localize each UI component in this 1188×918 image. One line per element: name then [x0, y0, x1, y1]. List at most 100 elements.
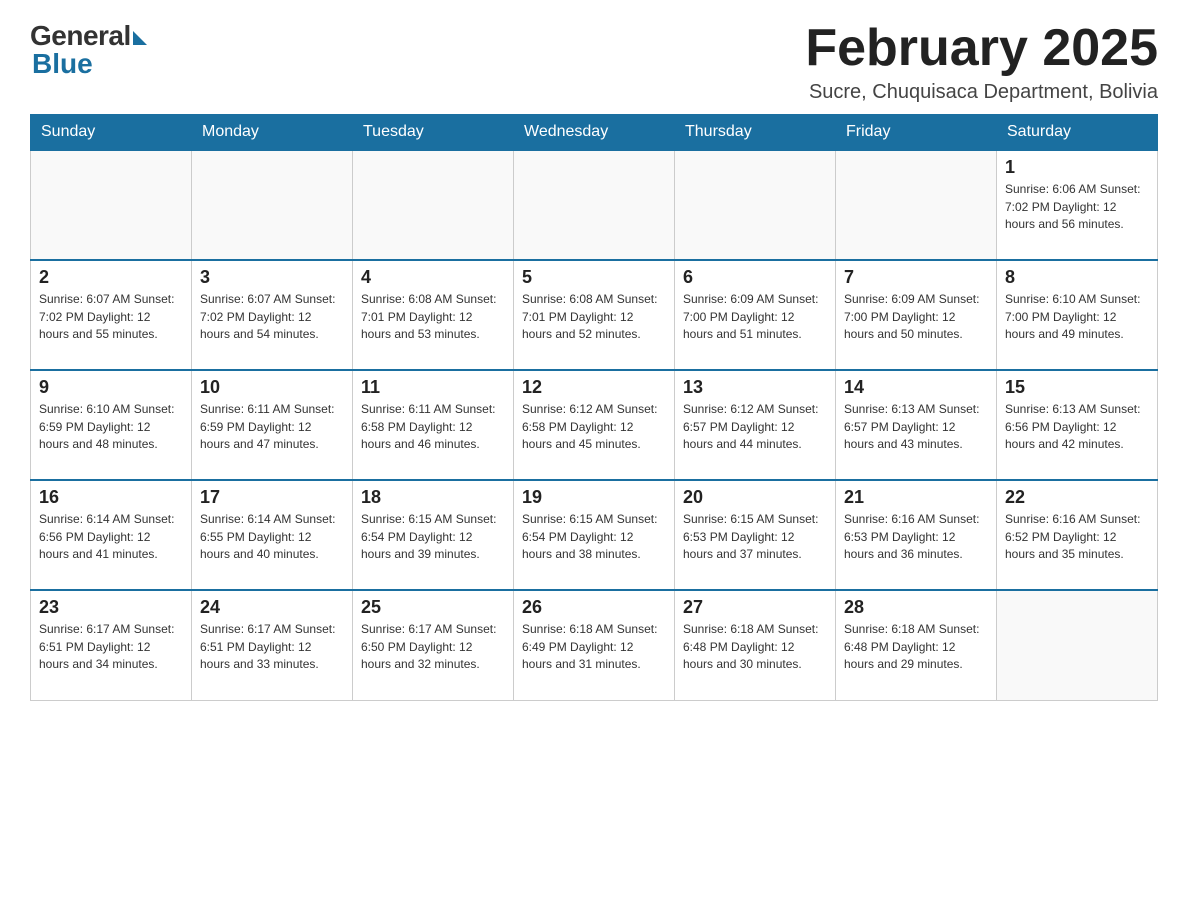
day-info: Sunrise: 6:15 AM Sunset: 6:53 PM Dayligh…	[683, 511, 827, 563]
day-number: 10	[200, 377, 344, 398]
day-number: 26	[522, 597, 666, 618]
week-row-3: 9 Sunrise: 6:10 AM Sunset: 6:59 PM Daylig…	[31, 370, 1158, 480]
calendar-cell: 12Sunrise: 6:12 AM Sunset: 6:58 PM Dayli…	[514, 370, 675, 480]
day-info: Sunrise: 6:11 AM Sunset: 6:59 PM Dayligh…	[200, 401, 344, 453]
day-info: Sunrise: 6:18 AM Sunset: 6:48 PM Dayligh…	[844, 621, 988, 673]
day-info: Sunrise: 6:12 AM Sunset: 6:57 PM Dayligh…	[683, 401, 827, 453]
title-block: February 2025 Sucre, Chuquisaca Departme…	[805, 20, 1158, 104]
calendar-cell	[997, 590, 1158, 700]
day-info: Sunrise: 6:09 AM Sunset: 7:00 PM Dayligh…	[683, 291, 827, 343]
calendar-cell: 5Sunrise: 6:08 AM Sunset: 7:01 PM Daylig…	[514, 260, 675, 370]
calendar-cell: 1Sunrise: 6:06 AM Sunset: 7:02 PM Daylig…	[997, 150, 1158, 260]
day-number: 17	[200, 487, 344, 508]
week-row-4: 16 Sunrise: 6:14 AM Sunset: 6:56 PM Dayli…	[31, 480, 1158, 590]
day-number: 25	[361, 597, 505, 618]
day-info: Sunrise: 6:14 AM Sunset: 6:56 PM Dayligh…	[39, 511, 183, 563]
day-number: 3	[200, 267, 344, 288]
day-info: Sunrise: 6:13 AM Sunset: 6:56 PM Dayligh…	[1005, 401, 1149, 453]
calendar-cell: 22 Sunrise: 6:16 AM Sunset: 6:52 PM Dayli…	[997, 480, 1158, 590]
day-number: 16	[39, 487, 183, 508]
day-info: Sunrise: 6:17 AM Sunset: 6:50 PM Dayligh…	[361, 621, 505, 673]
calendar-cell	[353, 150, 514, 260]
day-info: Sunrise: 6:07 AM Sunset: 7:02 PM Dayligh…	[39, 291, 183, 343]
week-row-5: 23 Sunrise: 6:17 AM Sunset: 6:51 PM Dayli…	[31, 590, 1158, 700]
day-number: 27	[683, 597, 827, 618]
day-number: 21	[844, 487, 988, 508]
day-number: 15	[1005, 377, 1149, 398]
day-number: 7	[844, 267, 988, 288]
day-number: 8	[1005, 267, 1149, 288]
calendar-cell: 10 Sunrise: 6:11 AM Sunset: 6:59 PM Dayli…	[192, 370, 353, 480]
calendar-cell	[675, 150, 836, 260]
week-row-2: 2 Sunrise: 6:07 AM Sunset: 7:02 PM Daylig…	[31, 260, 1158, 370]
calendar-cell: 20 Sunrise: 6:15 AM Sunset: 6:53 PM Dayli…	[675, 480, 836, 590]
calendar-cell: 19 Sunrise: 6:15 AM Sunset: 6:54 PM Dayli…	[514, 480, 675, 590]
calendar-cell: 27 Sunrise: 6:18 AM Sunset: 6:48 PM Dayli…	[675, 590, 836, 700]
day-info: Sunrise: 6:15 AM Sunset: 6:54 PM Dayligh…	[361, 511, 505, 563]
calendar-cell	[31, 150, 192, 260]
calendar-cell: 15 Sunrise: 6:13 AM Sunset: 6:56 PM Dayli…	[997, 370, 1158, 480]
calendar-cell: 26 Sunrise: 6:18 AM Sunset: 6:49 PM Dayli…	[514, 590, 675, 700]
day-number: 19	[522, 487, 666, 508]
day-number: 24	[200, 597, 344, 618]
calendar-table: SundayMondayTuesdayWednesdayThursdayFrid…	[30, 114, 1158, 701]
day-number: 28	[844, 597, 988, 618]
week-row-1: 1Sunrise: 6:06 AM Sunset: 7:02 PM Daylig…	[31, 150, 1158, 260]
day-info: Sunrise: 6:15 AM Sunset: 6:54 PM Dayligh…	[522, 511, 666, 563]
day-info: Sunrise: 6:16 AM Sunset: 6:52 PM Dayligh…	[1005, 511, 1149, 563]
calendar-cell: 13 Sunrise: 6:12 AM Sunset: 6:57 PM Dayli…	[675, 370, 836, 480]
day-number: 18	[361, 487, 505, 508]
day-info: Sunrise: 6:18 AM Sunset: 6:48 PM Dayligh…	[683, 621, 827, 673]
calendar-cell: 18 Sunrise: 6:15 AM Sunset: 6:54 PM Dayli…	[353, 480, 514, 590]
day-info: Sunrise: 6:11 AM Sunset: 6:58 PM Dayligh…	[361, 401, 505, 453]
calendar-cell: 17 Sunrise: 6:14 AM Sunset: 6:55 PM Dayli…	[192, 480, 353, 590]
day-number: 11	[361, 377, 505, 398]
day-info: Sunrise: 6:08 AM Sunset: 7:01 PM Dayligh…	[361, 291, 505, 343]
logo-blue-text: Blue	[32, 48, 93, 80]
calendar-header-row: SundayMondayTuesdayWednesdayThursdayFrid…	[31, 115, 1158, 151]
calendar-cell: 9 Sunrise: 6:10 AM Sunset: 6:59 PM Daylig…	[31, 370, 192, 480]
day-info: Sunrise: 6:14 AM Sunset: 6:55 PM Dayligh…	[200, 511, 344, 563]
calendar-cell: 11 Sunrise: 6:11 AM Sunset: 6:58 PM Dayli…	[353, 370, 514, 480]
day-info: Sunrise: 6:07 AM Sunset: 7:02 PM Dayligh…	[200, 291, 344, 343]
calendar-cell: 14Sunrise: 6:13 AM Sunset: 6:57 PM Dayli…	[836, 370, 997, 480]
page-header: General Blue February 2025 Sucre, Chuqui…	[30, 20, 1158, 104]
day-info: Sunrise: 6:17 AM Sunset: 6:51 PM Dayligh…	[200, 621, 344, 673]
day-number: 22	[1005, 487, 1149, 508]
day-number: 23	[39, 597, 183, 618]
day-info: Sunrise: 6:10 AM Sunset: 6:59 PM Dayligh…	[39, 401, 183, 453]
calendar-cell: 24 Sunrise: 6:17 AM Sunset: 6:51 PM Dayli…	[192, 590, 353, 700]
calendar-cell: 21 Sunrise: 6:16 AM Sunset: 6:53 PM Dayli…	[836, 480, 997, 590]
logo-triangle-icon	[133, 31, 147, 45]
column-header-monday: Monday	[192, 115, 353, 151]
column-header-friday: Friday	[836, 115, 997, 151]
column-header-sunday: Sunday	[31, 115, 192, 151]
calendar-cell: 16 Sunrise: 6:14 AM Sunset: 6:56 PM Dayli…	[31, 480, 192, 590]
calendar-cell: 25 Sunrise: 6:17 AM Sunset: 6:50 PM Dayli…	[353, 590, 514, 700]
calendar-cell: 2 Sunrise: 6:07 AM Sunset: 7:02 PM Daylig…	[31, 260, 192, 370]
calendar-cell: 4Sunrise: 6:08 AM Sunset: 7:01 PM Daylig…	[353, 260, 514, 370]
day-number: 20	[683, 487, 827, 508]
day-number: 13	[683, 377, 827, 398]
calendar-cell: 8Sunrise: 6:10 AM Sunset: 7:00 PM Daylig…	[997, 260, 1158, 370]
day-info: Sunrise: 6:18 AM Sunset: 6:49 PM Dayligh…	[522, 621, 666, 673]
logo: General Blue	[30, 20, 147, 80]
column-header-tuesday: Tuesday	[353, 115, 514, 151]
calendar-cell	[514, 150, 675, 260]
day-number: 9	[39, 377, 183, 398]
calendar-cell: 28 Sunrise: 6:18 AM Sunset: 6:48 PM Dayli…	[836, 590, 997, 700]
column-header-saturday: Saturday	[997, 115, 1158, 151]
day-info: Sunrise: 6:17 AM Sunset: 6:51 PM Dayligh…	[39, 621, 183, 673]
day-number: 14	[844, 377, 988, 398]
column-header-wednesday: Wednesday	[514, 115, 675, 151]
day-info: Sunrise: 6:16 AM Sunset: 6:53 PM Dayligh…	[844, 511, 988, 563]
calendar-cell	[192, 150, 353, 260]
calendar-cell: 3 Sunrise: 6:07 AM Sunset: 7:02 PM Daylig…	[192, 260, 353, 370]
calendar-cell	[836, 150, 997, 260]
day-number: 12	[522, 377, 666, 398]
day-number: 5	[522, 267, 666, 288]
day-number: 2	[39, 267, 183, 288]
day-info: Sunrise: 6:09 AM Sunset: 7:00 PM Dayligh…	[844, 291, 988, 343]
day-number: 6	[683, 267, 827, 288]
day-info: Sunrise: 6:06 AM Sunset: 7:02 PM Dayligh…	[1005, 181, 1149, 233]
